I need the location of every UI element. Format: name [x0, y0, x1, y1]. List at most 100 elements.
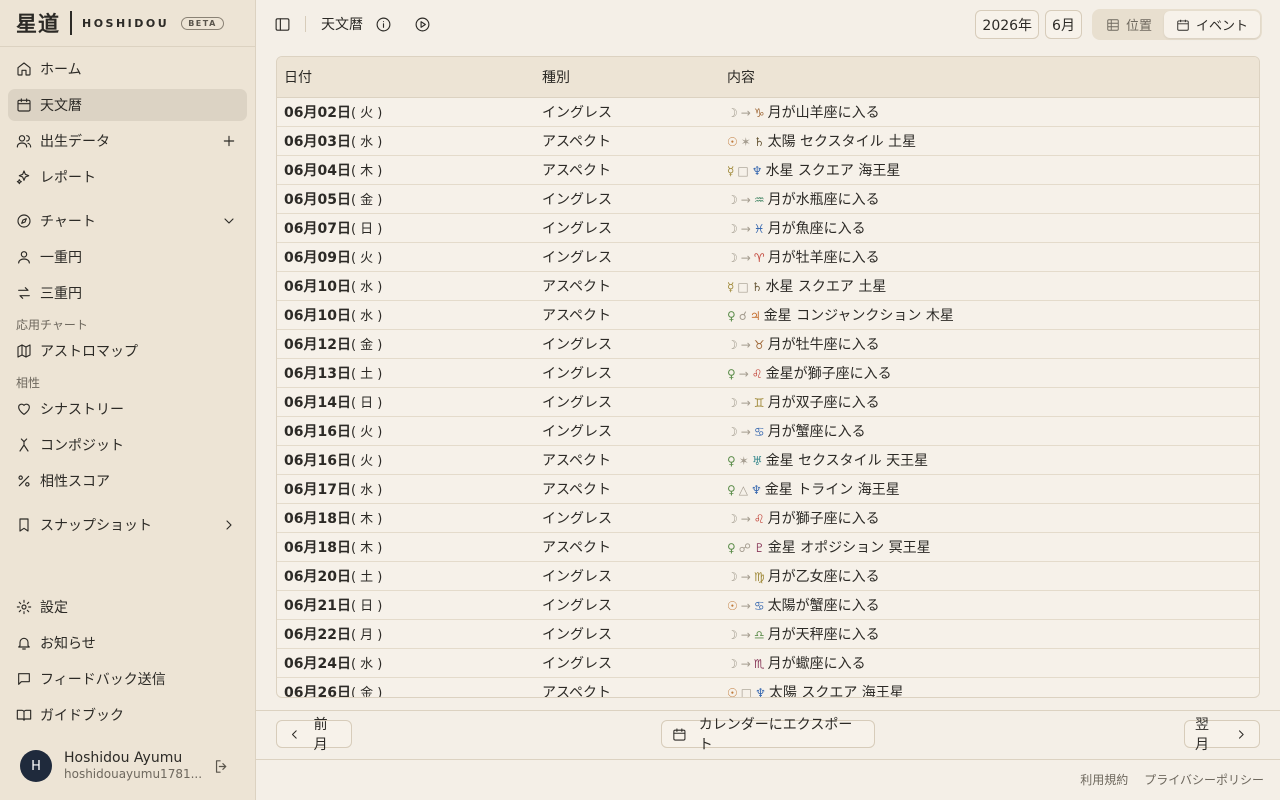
sidebar-nav: ホーム 天文暦 出生データ レポート チャート 一重円 三重円 応用チャート ア…: [0, 47, 255, 545]
row-content: ☽ → ♉ 月が牡牛座に入る: [720, 334, 1259, 354]
sidebar-item-snapshot[interactable]: スナップショット: [8, 509, 247, 541]
avatar[interactable]: H: [20, 750, 52, 782]
chevron-right-icon[interactable]: [221, 517, 237, 533]
year-select[interactable]: 2026年: [975, 10, 1040, 39]
row-date-value: 06月21日: [284, 598, 351, 614]
row-content: ☽ → ♏ 月が蠍座に入る: [720, 653, 1259, 673]
merge-icon: [16, 437, 32, 453]
row-content: ☉ ✶ ♄ 太陽 セクスタイル 土星: [720, 131, 1259, 151]
row-content: ♀ △ ♆ 金星 トライン 海王星: [720, 479, 1259, 499]
sidebar-item-label: ホーム: [40, 62, 82, 78]
sidebar-item-composite[interactable]: コンポジット: [8, 429, 247, 461]
sidebar-item-single-wheel[interactable]: 一重円: [8, 241, 247, 273]
chevron-down-icon[interactable]: [221, 213, 237, 229]
user-icon: [16, 249, 32, 265]
row-date-value: 06月09日: [284, 250, 351, 266]
sparkle-icon: [16, 169, 32, 185]
row-weekday: ( 日 ): [350, 599, 383, 614]
users-icon: [16, 133, 32, 149]
view-position-button[interactable]: 位置: [1094, 11, 1164, 38]
row-type: イングレス: [542, 511, 612, 527]
sidebar-item-notifications[interactable]: お知らせ: [8, 627, 247, 659]
play-icon[interactable]: [414, 16, 431, 33]
body-a-icon: ☽: [727, 512, 738, 526]
body-b-icon: ♇: [753, 541, 765, 555]
sidebar-item-label: チャート: [40, 214, 96, 230]
heart-icon: [16, 401, 32, 417]
row-content: ♀ ☍ ♇ 金星 オポジション 冥王星: [720, 537, 1259, 557]
row-weekday: ( 金 ): [350, 338, 383, 353]
row-date-value: 06月07日: [284, 221, 351, 237]
header-content: 内容: [727, 70, 755, 86]
body-a-icon: ☉: [727, 599, 738, 613]
sidebar-item-home[interactable]: ホーム: [8, 53, 247, 85]
row-type: イングレス: [542, 569, 612, 585]
aspect-symbol: ☌: [738, 309, 747, 323]
sidebar-item-ephemeris[interactable]: 天文暦: [8, 89, 247, 121]
sidebar-item-synastry[interactable]: シナストリー: [8, 393, 247, 425]
row-type: イングレス: [542, 424, 612, 440]
info-icon[interactable]: [375, 16, 392, 33]
group-label-compat: 相性: [16, 375, 41, 390]
sidebar-item-chart[interactable]: チャート: [8, 205, 247, 237]
terms-link[interactable]: 利用規約: [1080, 771, 1128, 788]
sidebar-toggle-icon[interactable]: [274, 16, 291, 33]
export-calendar-button[interactable]: カレンダーにエクスポート: [661, 717, 875, 753]
body-b-icon: ♈: [753, 251, 765, 265]
sidebar-item-triple-wheel[interactable]: 三重円: [8, 277, 247, 309]
prev-month-button[interactable]: 前月: [276, 717, 352, 753]
row-date: 06月16日( 火 ): [277, 421, 536, 441]
body-a-icon: ☽: [727, 338, 738, 352]
add-birth-data-icon[interactable]: [221, 133, 237, 149]
row-type: アスペクト: [542, 453, 612, 469]
row-date: 06月26日( 金 ): [277, 682, 536, 697]
brand-logo: 星道: [16, 11, 60, 36]
percent-icon: [16, 473, 32, 489]
table-row: 06月04日( 木 ) アスペクト ☿ □ ♆ 水星 スクエア 海王星: [277, 156, 1259, 185]
row-date-value: 06月22日: [284, 627, 351, 643]
row-date-value: 06月10日: [284, 279, 351, 295]
sidebar-item-reports[interactable]: レポート: [8, 161, 247, 193]
table-row: 06月18日( 木 ) アスペクト ♀ ☍ ♇ 金星 オポジション 冥王星: [277, 533, 1259, 562]
sidebar-item-birth-data[interactable]: 出生データ: [8, 125, 247, 157]
row-weekday: ( 月 ): [350, 628, 383, 643]
body-a-icon: ☽: [727, 628, 738, 642]
body-a-icon: ☽: [727, 425, 738, 439]
sidebar-item-feedback[interactable]: フィードバック送信: [8, 663, 247, 695]
body-b-icon: ♌: [751, 367, 763, 381]
row-weekday: ( 金 ): [350, 193, 383, 208]
aspect-symbol: →: [740, 599, 751, 613]
row-content: ♀ → ♌ 金星が獅子座に入る: [720, 363, 1259, 383]
compass-icon: [16, 213, 32, 229]
sidebar-item-astromap[interactable]: アストロマップ: [8, 335, 247, 367]
row-content: ☽ → ♓ 月が魚座に入る: [720, 218, 1259, 238]
sidebar-item-settings[interactable]: 設定: [8, 591, 247, 623]
view-events-button[interactable]: イベント: [1163, 11, 1260, 38]
brand-divider: [70, 11, 72, 35]
aspect-symbol: →: [740, 222, 751, 236]
row-date-value: 06月20日: [284, 569, 351, 585]
row-weekday: ( 日 ): [350, 222, 383, 237]
body-a-icon: ☽: [727, 570, 738, 584]
page-title: 天文暦: [321, 17, 363, 33]
privacy-link[interactable]: プライバシーポリシー: [1144, 771, 1264, 788]
row-type: イングレス: [542, 598, 612, 614]
row-date-value: 06月13日: [284, 366, 351, 382]
row-content: ☽ → ♎ 月が天秤座に入る: [720, 624, 1259, 644]
month-select[interactable]: 6月: [1045, 10, 1082, 39]
row-weekday: ( 水 ): [350, 309, 383, 324]
row-description: 太陽 スクエア 海王星: [768, 685, 904, 698]
main-content: 天文暦 2026年 6月 位置 イベント 日付 種別 内容 06月02日(火 …: [256, 0, 1280, 800]
map-icon: [16, 343, 32, 359]
logout-icon[interactable]: [213, 758, 230, 775]
row-date: 06月04日( 木 ): [277, 160, 536, 180]
aspect-symbol: →: [738, 367, 749, 381]
sidebar-item-guidebook[interactable]: ガイドブック: [8, 699, 247, 731]
aspect-symbol: ☍: [738, 541, 751, 555]
sidebar-item-label: コンポジット: [40, 438, 124, 454]
row-date-value: 06月24日: [284, 656, 351, 672]
sidebar-item-compat-score[interactable]: 相性スコア: [8, 465, 247, 497]
row-date: 06月10日( 水 ): [277, 276, 536, 296]
next-month-button[interactable]: 翌月: [1184, 717, 1260, 753]
body-b-icon: ♋: [753, 599, 765, 613]
